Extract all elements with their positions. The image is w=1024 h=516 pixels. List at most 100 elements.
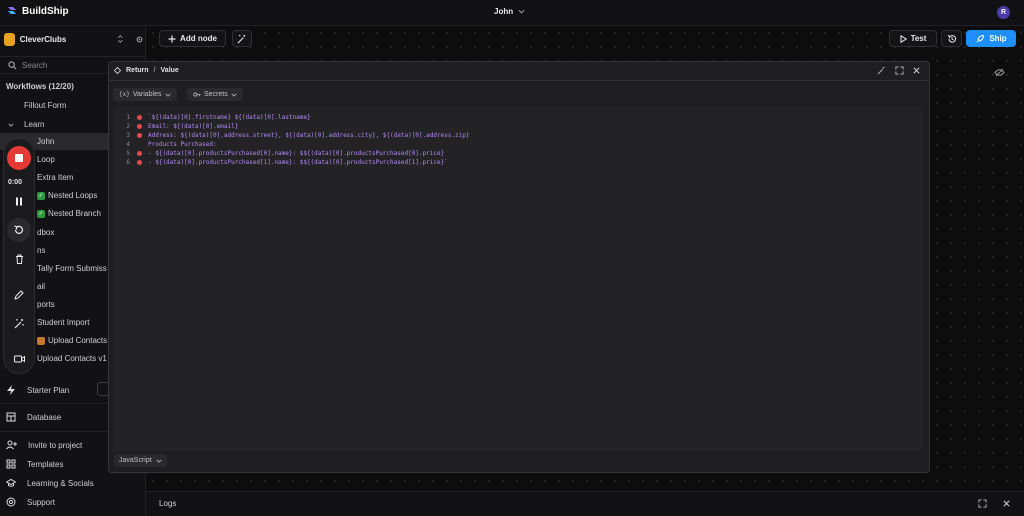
variables-dropdown[interactable]: {x} Variables bbox=[113, 88, 177, 101]
breadcrumb-value: Value bbox=[160, 67, 179, 74]
add-node-label: Add node bbox=[180, 34, 217, 43]
code-line: 6 - ${(data)[0].productsPurchased[1].name… bbox=[120, 158, 448, 167]
secrets-label: Secrets bbox=[204, 91, 228, 98]
sidebar-item-label: ail bbox=[37, 282, 46, 291]
chevron-updown-icon bbox=[118, 35, 124, 43]
line-number: 3 bbox=[126, 132, 130, 139]
sidebar-item-label: Student Import bbox=[37, 318, 90, 327]
code-line: 2 Email: ${(data)[0].email} bbox=[120, 122, 238, 131]
ai-assist-button[interactable] bbox=[877, 66, 886, 75]
expand-icon bbox=[895, 66, 904, 75]
line-number: 1 bbox=[126, 114, 130, 121]
project-avatar bbox=[4, 32, 15, 46]
expand-icon bbox=[978, 499, 987, 508]
sidebar-invite[interactable]: Invite to project bbox=[6, 440, 82, 450]
pause-icon bbox=[16, 197, 22, 205]
box-emoji-icon bbox=[37, 336, 45, 345]
hide-panel-icon[interactable] bbox=[994, 67, 1005, 78]
variables-icon: {x} bbox=[119, 91, 130, 98]
line-number: 6 bbox=[126, 159, 130, 166]
lifebuoy-icon bbox=[6, 497, 16, 507]
history-button[interactable] bbox=[941, 30, 962, 47]
variables-label: Variables bbox=[132, 91, 162, 98]
history-icon bbox=[947, 34, 956, 43]
project-selector[interactable]: CleverClubs bbox=[4, 30, 144, 48]
camera-button[interactable] bbox=[11, 351, 27, 367]
code-line: 1 `${(data)[0].firstname} ${(data)[0].las… bbox=[120, 113, 311, 122]
starter-plan[interactable]: Starter Plan bbox=[6, 385, 69, 395]
error-marker-icon bbox=[137, 124, 142, 129]
close-icon bbox=[913, 67, 920, 74]
sidebar-learning[interactable]: Learning & Socials bbox=[6, 478, 94, 488]
search-placeholder: Search bbox=[22, 60, 48, 70]
grid-icon bbox=[6, 459, 16, 469]
stop-recording-button[interactable] bbox=[7, 146, 31, 170]
close-icon bbox=[1003, 500, 1010, 507]
line-number: 2 bbox=[126, 123, 130, 130]
code-line: 3 Address: ${(data)[0].address.street}, $… bbox=[120, 131, 470, 140]
sidebar-item-label: Extra Item bbox=[37, 173, 74, 182]
test-button[interactable]: Test bbox=[889, 30, 937, 47]
line-number: 4 bbox=[126, 141, 130, 148]
app-name: BuildShip bbox=[22, 5, 69, 17]
sidebar-support[interactable]: Support bbox=[6, 497, 55, 507]
workflow-title-dropdown[interactable]: John bbox=[494, 7, 525, 16]
close-logs-button[interactable] bbox=[1002, 499, 1011, 508]
sidebar-item-label: Upload Contacts v1 bbox=[37, 354, 107, 363]
pencil-icon bbox=[14, 290, 24, 300]
sidebar-item-label: Nested Branch bbox=[48, 209, 101, 218]
code-text: - ${(data)[0].productsPurchased[1].name}… bbox=[148, 159, 448, 166]
effects-button[interactable] bbox=[11, 315, 27, 331]
sidebar-database[interactable]: Database bbox=[6, 412, 61, 422]
error-marker-icon bbox=[137, 160, 142, 165]
modal-header: Return / Value bbox=[108, 61, 930, 81]
sidebar-item-label: Upload Contacts bbox=[48, 336, 108, 345]
ship-button[interactable]: Ship bbox=[966, 30, 1016, 47]
fullscreen-button[interactable] bbox=[978, 499, 987, 508]
recording-timer: 0:00 bbox=[8, 179, 23, 186]
close-button[interactable] bbox=[912, 66, 921, 75]
code-text: Address: ${(data)[0].address.street}, ${… bbox=[148, 132, 470, 139]
check-emoji-icon: ✓ bbox=[37, 209, 45, 218]
diamond-icon bbox=[114, 67, 121, 74]
chevron-down-icon bbox=[8, 123, 14, 127]
gear-icon[interactable] bbox=[135, 34, 144, 45]
rocket-icon bbox=[976, 34, 985, 42]
sidebar-item-label: ns bbox=[37, 246, 46, 255]
chevron-down-icon bbox=[518, 9, 525, 14]
test-label: Test bbox=[910, 34, 927, 43]
sidebar-item-label: Loop bbox=[37, 155, 55, 164]
restart-button[interactable] bbox=[11, 222, 27, 238]
avatar[interactable]: R bbox=[997, 6, 1010, 19]
sidebar-item-label: Learn bbox=[24, 120, 45, 129]
video-camera-icon bbox=[13, 355, 25, 363]
code-text: Products Purchased: bbox=[148, 141, 217, 148]
support-label: Support bbox=[27, 497, 56, 507]
delete-recording-button[interactable] bbox=[11, 251, 27, 267]
eye-off-icon bbox=[994, 68, 1005, 77]
code-text: `${(data)[0].firstname} ${(data)[0].last… bbox=[148, 114, 311, 121]
ai-generate-button[interactable] bbox=[232, 30, 252, 47]
expand-button[interactable] bbox=[895, 66, 904, 75]
sidebar-templates[interactable]: Templates bbox=[6, 459, 63, 469]
sidebar-item-label: Tally Form Submiss bbox=[37, 264, 107, 273]
search-icon bbox=[8, 60, 17, 69]
language-dropdown[interactable]: JavaScript bbox=[114, 454, 167, 467]
check-emoji-icon: ✓ bbox=[37, 191, 45, 200]
magic-wand-icon bbox=[14, 318, 24, 328]
logs-bar[interactable] bbox=[146, 491, 1024, 516]
sidebar-item-label: John bbox=[37, 137, 55, 146]
database-label: Database bbox=[27, 412, 62, 422]
app-logo[interactable]: BuildShip bbox=[6, 5, 69, 17]
code-line: 4 Products Purchased: bbox=[120, 140, 217, 149]
add-user-icon bbox=[6, 440, 17, 450]
play-icon bbox=[900, 34, 907, 43]
starter-plan-label: Starter Plan bbox=[27, 385, 70, 395]
sidebar-item-label: Fillout Form bbox=[24, 101, 67, 110]
add-node-button[interactable]: Add node bbox=[159, 30, 226, 47]
error-marker-icon bbox=[137, 151, 142, 156]
draw-button[interactable] bbox=[11, 287, 27, 303]
magic-wand-icon bbox=[877, 66, 885, 75]
secrets-dropdown[interactable]: Secrets bbox=[187, 88, 243, 101]
pause-button[interactable] bbox=[11, 193, 27, 209]
